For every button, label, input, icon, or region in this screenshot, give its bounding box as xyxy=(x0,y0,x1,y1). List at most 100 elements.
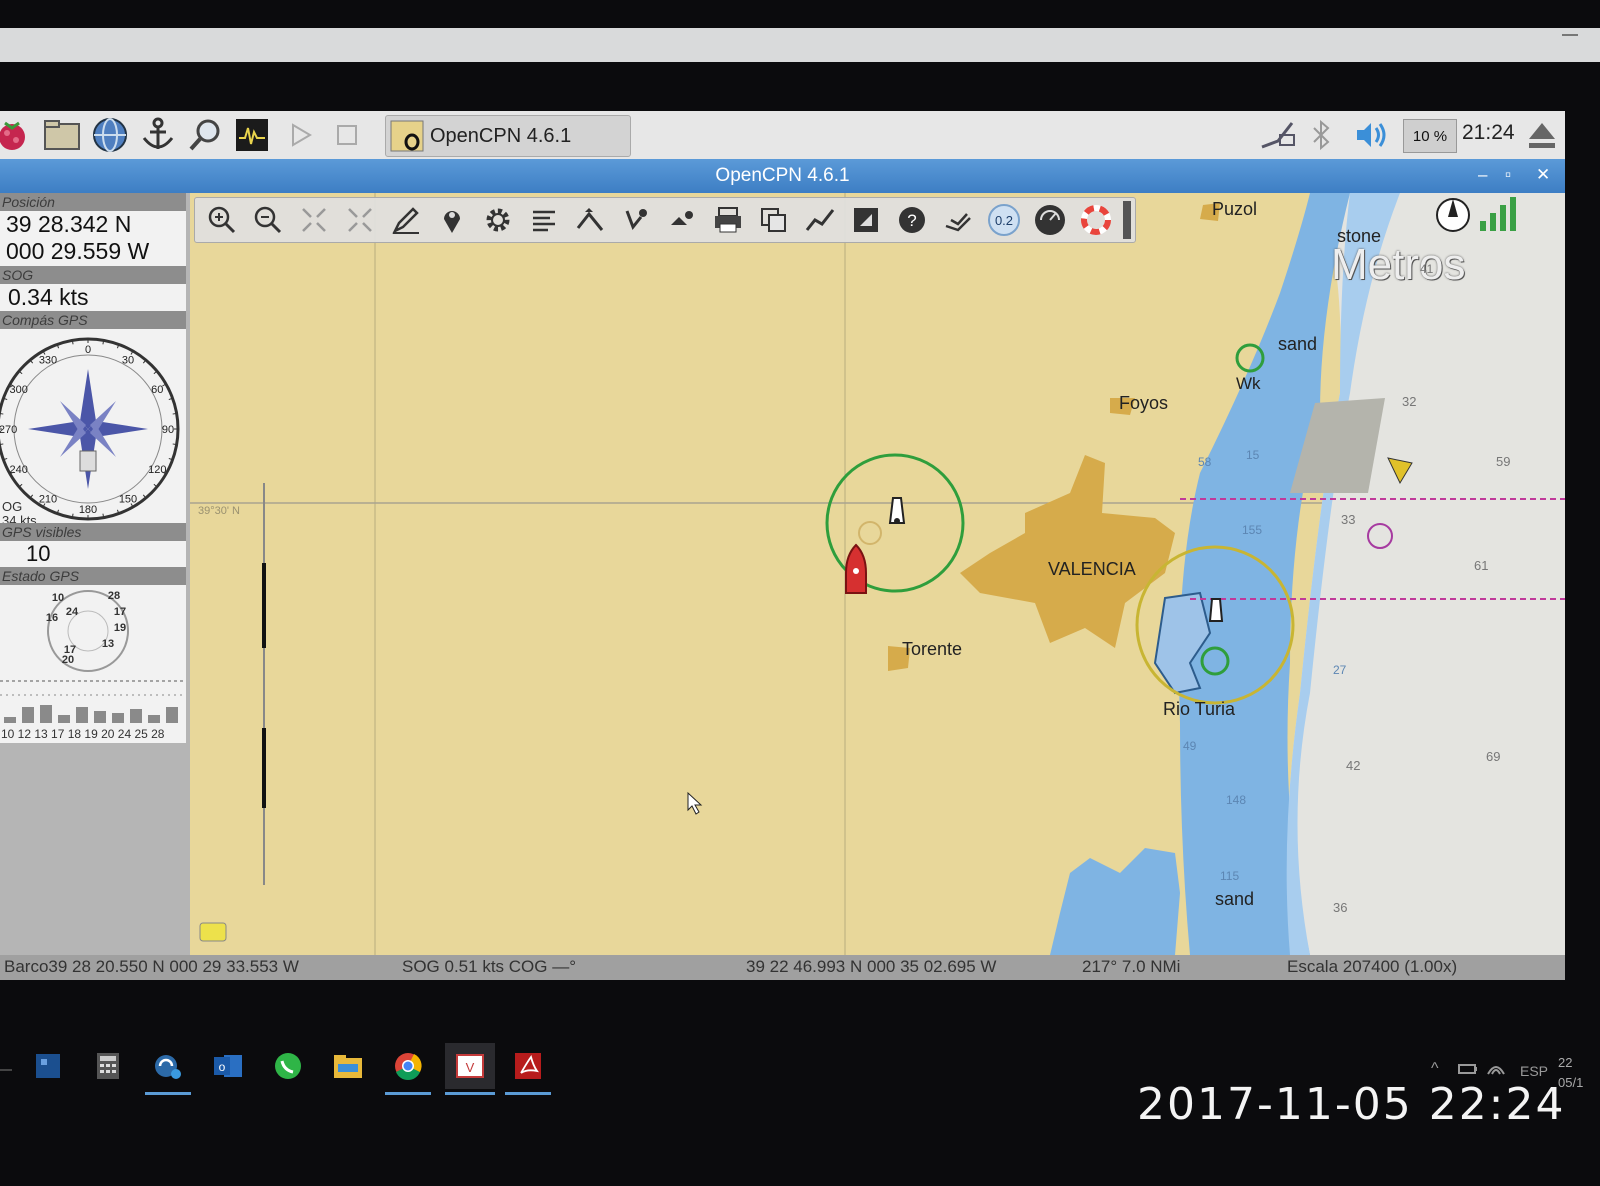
play-icon[interactable] xyxy=(280,116,320,154)
expand-icon[interactable] xyxy=(337,198,383,242)
gps-status-title: Estado GPS xyxy=(0,567,186,585)
depth-label: 42 xyxy=(1346,758,1361,773)
acrobat-icon[interactable] xyxy=(505,1043,551,1095)
status-sog-cog: SOG 0.51 kts COG —° xyxy=(402,957,577,976)
satellite-marker: 17 xyxy=(114,606,126,618)
boat-icon[interactable] xyxy=(659,198,705,242)
maximize-button[interactable]: ▫ xyxy=(1505,165,1511,185)
layers-icon[interactable] xyxy=(751,198,797,242)
pi-top-panel: OpenCPN 4.6.1 10 % 21:24 xyxy=(0,111,1565,160)
svg-text:V: V xyxy=(466,1060,475,1075)
depth-label: 69 xyxy=(1486,749,1501,764)
search-icon[interactable] xyxy=(185,116,225,154)
route-icon[interactable] xyxy=(567,198,613,242)
deep-water-area xyxy=(1286,193,1565,955)
toolbar-grip[interactable] xyxy=(1123,201,1131,239)
wreck-label: Wk xyxy=(1236,374,1261,393)
wifi-icon[interactable] xyxy=(1486,1060,1506,1079)
outlook-icon[interactable]: o xyxy=(205,1043,251,1089)
export-icon[interactable] xyxy=(843,198,889,242)
help-icon[interactable]: ? xyxy=(889,198,935,242)
volume-icon[interactable] xyxy=(1353,117,1393,153)
lifebuoy-icon[interactable] xyxy=(1073,198,1119,242)
compass-tick-mark xyxy=(0,412,4,415)
place-rio-turia: Rio Turia xyxy=(1163,699,1236,719)
anchor-icon[interactable] xyxy=(138,116,178,154)
albufera-lagoon xyxy=(1050,848,1180,955)
web-browser-icon[interactable] xyxy=(90,116,130,154)
network-icon[interactable] xyxy=(1258,117,1298,153)
close-button[interactable]: ✕ xyxy=(1536,165,1550,185)
chart-canvas[interactable]: 39°30' N Metros stone sand Wk Puzol Foyo… xyxy=(190,193,1565,955)
language-indicator[interactable]: ESP xyxy=(1520,1063,1548,1079)
stop-icon[interactable] xyxy=(327,116,367,154)
units-label: Metros xyxy=(1331,240,1466,289)
lighthouse-icon[interactable] xyxy=(888,497,906,524)
port-lighthouse-icon[interactable] xyxy=(1208,598,1224,622)
satellite-marker: 19 xyxy=(114,622,126,634)
chevron-up-icon[interactable]: ^ xyxy=(1431,1060,1439,1078)
visio-icon[interactable]: V xyxy=(445,1043,495,1095)
raspberry-icon[interactable] xyxy=(0,116,32,154)
depth-label: 27 xyxy=(1333,663,1347,677)
compass-tick-mark xyxy=(71,340,74,345)
graph-icon[interactable] xyxy=(797,198,843,242)
gps-compass: 0 30 60 90 120 150 180 210 240 270 300 330 OG 34 kt… xyxy=(0,329,186,529)
depth-label: 148 xyxy=(1226,793,1247,807)
tray-hour[interactable]: 22 xyxy=(1558,1055,1572,1070)
status-cursor-position: 39 22 46.993 N 000 35 02.695 W xyxy=(746,957,997,976)
file-manager-icon[interactable] xyxy=(42,116,82,154)
depth-label: 32 xyxy=(1402,394,1417,409)
eject-icon[interactable] xyxy=(1527,117,1557,153)
zoom-out-icon[interactable] xyxy=(245,198,291,242)
chrome-icon[interactable] xyxy=(385,1043,431,1095)
place-foyos: Foyos xyxy=(1119,393,1169,413)
compass-tick-label: 180 xyxy=(79,504,97,516)
north-arrow-icon[interactable] xyxy=(1436,198,1470,232)
opencpn-task-button[interactable]: OpenCPN 4.6.1 xyxy=(385,115,631,157)
depth-label: 49 xyxy=(1183,739,1197,753)
compass-tick-mark xyxy=(172,443,177,446)
compass-tick-label: 0 xyxy=(85,344,91,356)
compass-title: Compás GPS xyxy=(0,311,186,329)
compass-tick-mark xyxy=(102,513,105,518)
pin-icon[interactable] xyxy=(429,198,475,242)
window-title: OpenCPN 4.6.1 xyxy=(715,165,850,186)
airport-icon xyxy=(858,521,882,545)
compass-tick-label: 150 xyxy=(119,493,137,505)
signal-bar xyxy=(4,717,16,723)
track-icon[interactable] xyxy=(613,198,659,242)
battery-icon[interactable] xyxy=(1458,1062,1478,1079)
window-titlebar[interactable]: OpenCPN 4.6.1 – ▫ ✕ xyxy=(0,159,1565,193)
signal-sat-ids: 10 12 13 17 18 19 20 24 25 28 xyxy=(1,727,165,741)
shrink-icon[interactable] xyxy=(291,198,337,242)
calculator-icon[interactable] xyxy=(85,1043,131,1089)
satellite-marker: 13 xyxy=(102,638,114,650)
main-toolbar: ? 0.2 xyxy=(194,197,1136,243)
print-icon[interactable] xyxy=(705,198,751,242)
compass-dial-icon[interactable] xyxy=(1027,198,1073,242)
zoom-in-icon[interactable] xyxy=(199,198,245,242)
nautical-chart[interactable] xyxy=(190,193,1565,955)
bluetooth-icon[interactable] xyxy=(1310,117,1334,153)
position-lat: 39 28.342 N xyxy=(6,211,132,237)
text-icon[interactable] xyxy=(521,198,567,242)
terminal-icon[interactable] xyxy=(232,116,272,154)
position-title: Posición xyxy=(0,193,186,211)
pencil-icon[interactable] xyxy=(383,198,429,242)
start-tile-icon[interactable] xyxy=(25,1043,71,1089)
quilting-indicator[interactable] xyxy=(199,922,227,942)
scale-icon[interactable]: 0.2 xyxy=(981,198,1027,242)
gps-status-box: 10 28 16 24 17 19 17 13 20 10 12 13 17 18 19 20 … xyxy=(0,585,186,743)
sync-icon[interactable] xyxy=(145,1043,191,1095)
whatsapp-icon[interactable] xyxy=(265,1043,311,1089)
cpu-monitor[interactable]: 10 % xyxy=(1403,119,1457,153)
sog-value: 0.34 kts xyxy=(0,284,186,311)
minimize-button[interactable]: – xyxy=(1478,165,1487,185)
settings-icon[interactable] xyxy=(475,198,521,242)
explorer-icon[interactable] xyxy=(325,1043,371,1089)
panel-clock[interactable]: 21:24 xyxy=(1462,121,1515,145)
position-lon: 000 29.559 W xyxy=(6,238,150,264)
depth-label: 41 xyxy=(1420,262,1434,276)
ais-icon[interactable] xyxy=(935,198,981,242)
